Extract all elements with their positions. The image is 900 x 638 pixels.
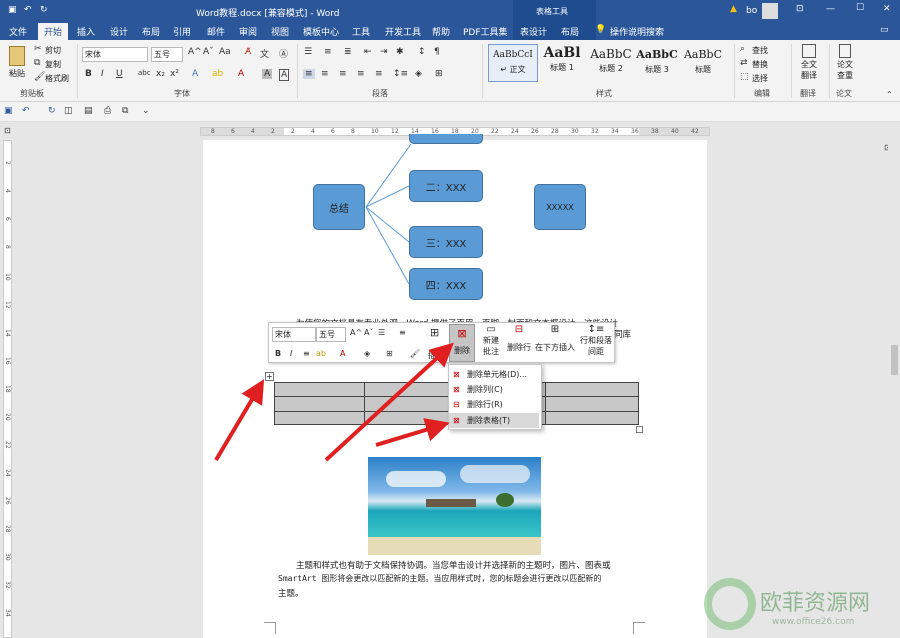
annotation-arrows [214,342,454,462]
arrow-to-table-handle [214,379,265,462]
watermark-brand: 欧菲资源网 [760,591,871,616]
watermark: 欧菲资源网 www.office26.com [680,575,900,638]
watermark-logo-icon [704,578,756,630]
watermark-url: www.office26.com [772,617,855,627]
arrow-to-delete-table [375,418,450,447]
